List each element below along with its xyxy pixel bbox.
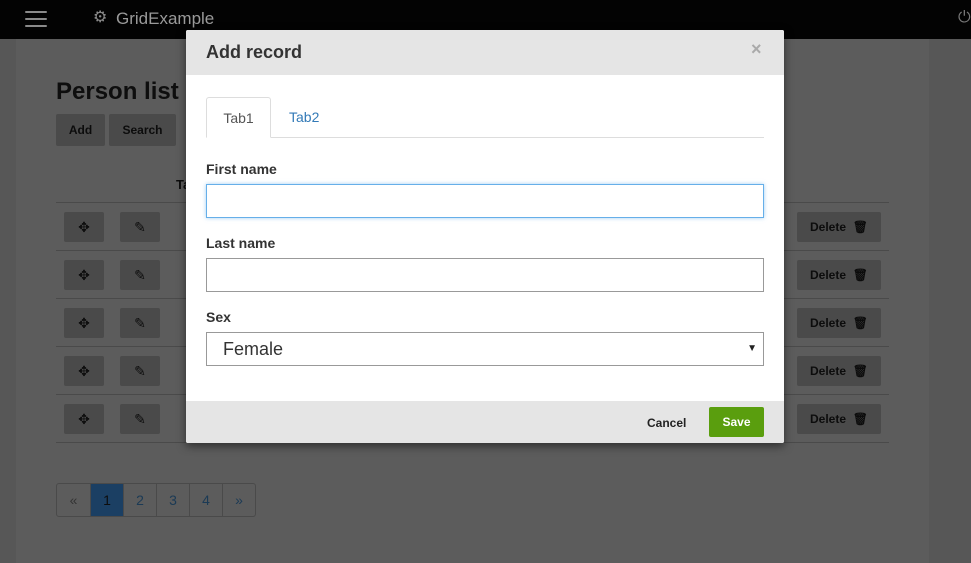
sex-label: Sex: [206, 309, 231, 325]
pagination-prev[interactable]: «: [57, 484, 90, 516]
pagination-page-1[interactable]: 1: [90, 484, 123, 516]
edit-icon[interactable]: ✎: [120, 212, 160, 242]
add-record-dialog: Add record × Tab1 Tab2 First name Last n…: [186, 30, 784, 443]
move-icon[interactable]: ✥: [64, 212, 104, 242]
sex-selected-value: Female: [223, 339, 284, 359]
pagination-page-2[interactable]: 2: [123, 484, 156, 516]
edit-icon[interactable]: ✎: [120, 356, 160, 386]
edit-icon[interactable]: ✎: [120, 404, 160, 434]
last-name-field[interactable]: [206, 258, 764, 292]
cancel-button[interactable]: Cancel: [634, 409, 699, 437]
move-icon[interactable]: ✥: [64, 356, 104, 386]
dialog-title: Add record: [206, 42, 303, 62]
pagination-next[interactable]: »: [222, 484, 255, 516]
close-icon[interactable]: ×: [751, 39, 762, 60]
trash-icon: 🗑: [852, 316, 868, 330]
pagination-page-3[interactable]: 3: [156, 484, 189, 516]
first-name-field[interactable]: [206, 184, 764, 218]
pagination: « 1 2 3 4 »: [56, 483, 256, 517]
dropdown-arrow-icon: ▼: [747, 343, 757, 354]
dialog-tabs: Tab1 Tab2: [206, 97, 764, 138]
delete-label: Delete: [810, 268, 847, 282]
edit-icon[interactable]: ✎: [120, 260, 160, 290]
gear-icon: ⚙: [93, 9, 108, 26]
dialog-footer: Cancel Save: [186, 401, 784, 443]
first-name-label: First name: [206, 161, 277, 177]
delete-label: Delete: [810, 364, 847, 378]
delete-button[interactable]: Delete 🗑: [797, 356, 881, 386]
delete-button[interactable]: Delete 🗑: [797, 212, 881, 242]
sex-select[interactable]: Female ▼: [206, 332, 764, 366]
delete-label: Delete: [810, 412, 847, 426]
search-button[interactable]: Search: [109, 114, 176, 146]
move-icon[interactable]: ✥: [64, 404, 104, 434]
delete-label: Delete: [810, 220, 847, 234]
move-icon[interactable]: ✥: [64, 308, 104, 338]
trash-icon: 🗑: [852, 364, 868, 378]
trash-icon: 🗑: [852, 220, 868, 234]
move-icon[interactable]: ✥: [64, 260, 104, 290]
save-button[interactable]: Save: [709, 407, 764, 437]
trash-icon: 🗑: [852, 412, 868, 426]
last-name-label: Last name: [206, 235, 276, 251]
delete-button[interactable]: Delete 🗑: [797, 308, 881, 338]
delete-button[interactable]: Delete 🗑: [797, 404, 881, 434]
add-button[interactable]: Add: [56, 114, 105, 146]
edit-icon[interactable]: ✎: [120, 308, 160, 338]
pagination-page-4[interactable]: 4: [189, 484, 222, 516]
dialog-header: Add record ×: [186, 30, 784, 75]
app-brand[interactable]: GridExample: [116, 9, 214, 29]
tab-1[interactable]: Tab1: [206, 97, 271, 138]
delete-label: Delete: [810, 316, 847, 330]
hamburger-menu-icon[interactable]: [25, 11, 47, 27]
page-title: Person list: [56, 78, 179, 105]
trash-icon: 🗑: [852, 268, 868, 282]
power-icon[interactable]: ⏻: [958, 10, 971, 26]
tab-2[interactable]: Tab2: [273, 97, 335, 138]
delete-button[interactable]: Delete 🗑: [797, 260, 881, 290]
